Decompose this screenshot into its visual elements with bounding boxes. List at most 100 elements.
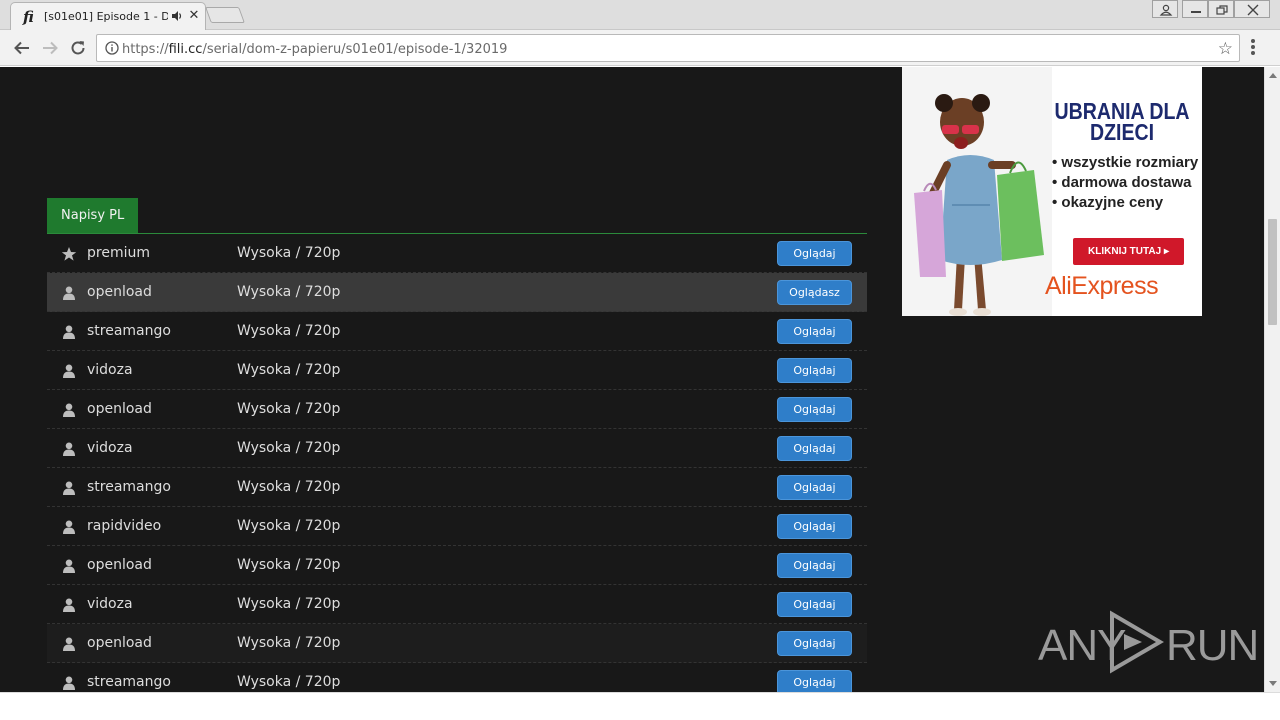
source-host: vidoza: [87, 596, 133, 612]
watch-button[interactable]: Oglądaj: [777, 475, 852, 500]
source-quality: Wysoka / 720p: [237, 362, 341, 378]
source-host: openload: [87, 284, 152, 300]
ad-bullet: wszystkie rozmiary: [1052, 153, 1198, 173]
user-icon: [61, 285, 77, 301]
source-host: vidoza: [87, 362, 133, 378]
browser-toolbar: https://fili.cc/serial/dom-z-papieru/s01…: [0, 30, 1280, 66]
user-icon: [61, 519, 77, 535]
source-row[interactable]: openload Wysoka / 720p Oglądaj: [47, 624, 867, 663]
user-icon: [61, 402, 77, 418]
watch-button[interactable]: Oglądaj: [777, 358, 852, 383]
source-host: openload: [87, 635, 152, 651]
forward-arrow-icon[interactable]: [40, 38, 60, 58]
source-row[interactable]: rapidvideo Wysoka / 720p Oglądaj: [47, 507, 867, 546]
source-list: premium Wysoka / 720p Oglądaj openload Wysok…: [47, 234, 867, 692]
tab-title: [s01e01] Episode 1 - Dom z papieru: [44, 10, 168, 23]
source-row[interactable]: vidoza Wysoka / 720p Oglądaj: [47, 585, 867, 624]
ad-bullet-list: wszystkie rozmiary darmowa dostawa okazy…: [1052, 153, 1198, 213]
back-arrow-icon[interactable]: [12, 38, 32, 58]
user-icon: [61, 675, 77, 691]
source-host: openload: [87, 557, 152, 573]
new-tab-button[interactable]: [205, 7, 245, 23]
minimize-button[interactable]: [1182, 0, 1208, 18]
address-bar[interactable]: https://fili.cc/serial/dom-z-papieru/s01…: [96, 34, 1240, 62]
source-quality: Wysoka / 720p: [237, 323, 341, 339]
scroll-up-arrow-icon[interactable]: [1269, 73, 1277, 78]
browser-tab[interactable]: fi [s01e01] Episode 1 - Dom z papieru ✕: [10, 2, 206, 30]
close-window-button[interactable]: [1234, 0, 1270, 18]
watch-button[interactable]: Oglądaj: [777, 553, 852, 578]
watch-button[interactable]: Oglądaj: [777, 592, 852, 617]
source-host: openload: [87, 401, 152, 417]
status-area: [0, 692, 1280, 720]
scroll-down-arrow-icon[interactable]: [1269, 681, 1277, 686]
source-quality: Wysoka / 720p: [237, 479, 341, 495]
user-icon: [61, 636, 77, 652]
user-icon: [61, 597, 77, 613]
minimize-icon: [1191, 11, 1201, 13]
site-favicon-icon: fi: [23, 8, 34, 26]
url-text: https://fili.cc/serial/dom-z-papieru/s01…: [122, 42, 508, 57]
user-icon: [61, 441, 77, 457]
tab-bar: fi [s01e01] Episode 1 - Dom z papieru ✕: [0, 0, 1280, 30]
source-row[interactable]: openload Wysoka / 720p Oglądaj: [47, 390, 867, 429]
profile-icon: [1159, 4, 1173, 16]
browser-menu-icon[interactable]: [1250, 39, 1256, 57]
ad-banner[interactable]: UBRANIA DLA DZIECI wszystkie rozmiary da…: [902, 67, 1202, 316]
close-window-icon: [1247, 4, 1259, 16]
ad-title: UBRANIA DLA DZIECI: [1054, 98, 1190, 145]
ad-bullet: darmowa dostawa: [1052, 173, 1198, 193]
subtitle-language-tab[interactable]: Napisy PL: [47, 198, 139, 234]
source-row[interactable]: premium Wysoka / 720p Oglądaj: [47, 234, 867, 273]
ad-brand-logo: AliExpress: [1045, 272, 1159, 300]
source-row[interactable]: vidoza Wysoka / 720p Oglądaj: [47, 351, 867, 390]
source-quality: Wysoka / 720p: [237, 245, 341, 261]
profile-button[interactable]: [1152, 0, 1178, 18]
watch-button[interactable]: Oglądaj: [777, 514, 852, 539]
source-quality: Wysoka / 720p: [237, 596, 341, 612]
watch-button[interactable]: Oglądaj: [777, 241, 852, 266]
user-icon: [61, 480, 77, 496]
source-quality: Wysoka / 720p: [237, 401, 341, 417]
anyrun-watermark: ANY RUN: [1038, 610, 1259, 674]
source-row[interactable]: streamango Wysoka / 720p Oglądaj: [47, 312, 867, 351]
watch-button[interactable]: Oglądaj: [777, 631, 852, 656]
child-shopping-image: [902, 67, 1052, 316]
source-host: streamango: [87, 323, 171, 339]
source-row[interactable]: vidoza Wysoka / 720p Oglądaj: [47, 429, 867, 468]
source-host: streamango: [87, 479, 171, 495]
source-host: streamango: [87, 674, 171, 690]
source-quality: Wysoka / 720p: [237, 440, 341, 456]
ad-bullet: okazyjne ceny: [1052, 193, 1198, 213]
star-icon: [61, 246, 77, 262]
source-quality: Wysoka / 720p: [237, 557, 341, 573]
source-row[interactable]: openload Wysoka / 720p Oglądasz: [47, 273, 867, 312]
reload-icon[interactable]: [68, 38, 88, 58]
source-row[interactable]: streamango Wysoka / 720p Oglądaj: [47, 468, 867, 507]
user-icon: [61, 363, 77, 379]
source-row[interactable]: openload Wysoka / 720p Oglądaj: [47, 546, 867, 585]
page-viewport: Napisy PL premium Wysoka / 720p Oglądaj ope…: [0, 67, 1264, 692]
source-row[interactable]: streamango Wysoka / 720p Oglądaj: [47, 663, 867, 692]
page-scrollbar[interactable]: [1264, 67, 1280, 692]
bookmark-star-icon[interactable]: ☆: [1218, 39, 1233, 59]
source-quality: Wysoka / 720p: [237, 635, 341, 651]
source-host: vidoza: [87, 440, 133, 456]
restore-icon: [1216, 5, 1228, 15]
restore-button[interactable]: [1208, 0, 1234, 18]
play-logo-icon: [1110, 610, 1164, 674]
watch-button[interactable]: Oglądasz: [777, 280, 852, 305]
audio-playing-icon[interactable]: [171, 10, 183, 22]
user-icon: [61, 324, 77, 340]
source-host: rapidvideo: [87, 518, 162, 534]
close-tab-icon[interactable]: ✕: [187, 8, 201, 23]
scrollbar-thumb[interactable]: [1268, 219, 1277, 325]
watch-button[interactable]: Oglądaj: [777, 319, 852, 344]
watch-button[interactable]: Oglądaj: [777, 397, 852, 422]
site-info-icon[interactable]: [105, 41, 119, 55]
watch-button[interactable]: Oglądaj: [777, 670, 852, 692]
user-icon: [61, 558, 77, 574]
ad-cta-button[interactable]: KLIKNIJ TUTAJ ▸: [1073, 238, 1184, 265]
watch-button[interactable]: Oglądaj: [777, 436, 852, 461]
source-host: premium: [87, 245, 150, 261]
